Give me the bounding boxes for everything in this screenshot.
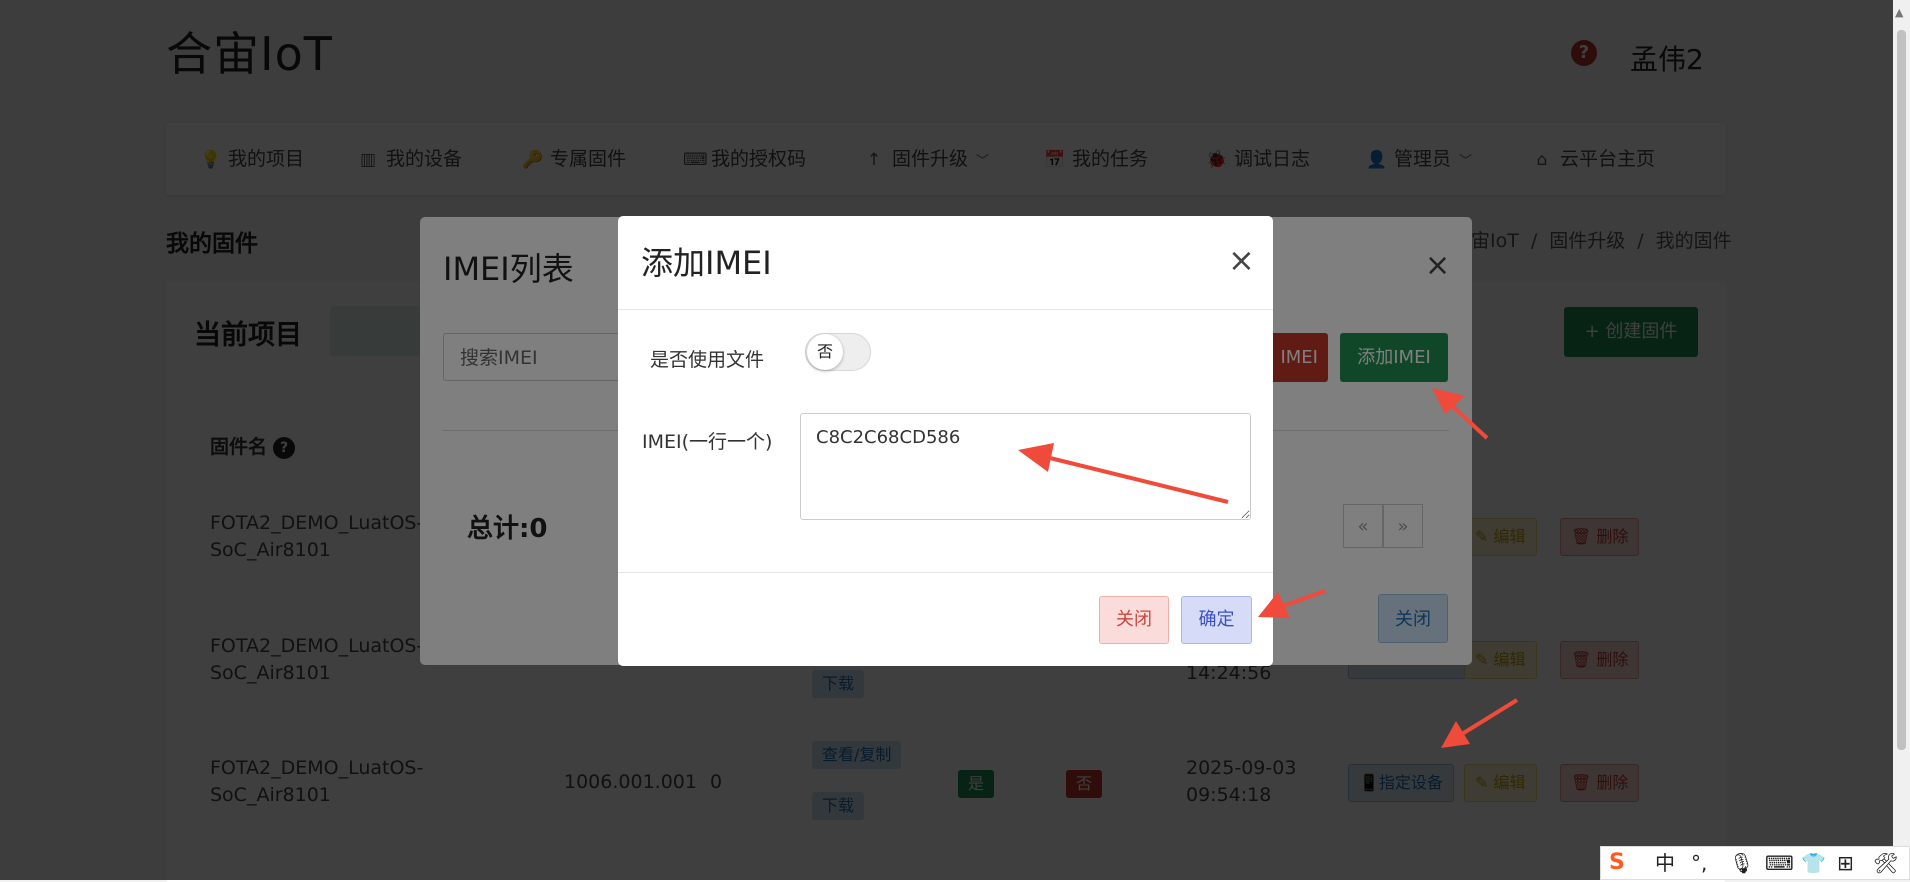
add-modal-title: 添加IMEI <box>641 244 772 282</box>
imei-textarea[interactable]: C8C2C68CD586 <box>800 413 1251 520</box>
sogou-logo-icon[interactable]: S <box>1609 847 1625 879</box>
divider <box>618 572 1273 573</box>
grid-icon[interactable]: ⊞ <box>1837 847 1854 879</box>
divider <box>618 309 1273 310</box>
ime-lang-toggle[interactable]: 中 <box>1655 847 1675 879</box>
use-file-label: 是否使用文件 <box>650 349 765 371</box>
close-button[interactable]: 关闭 <box>1099 596 1169 644</box>
confirm-button[interactable]: 确定 <box>1181 596 1252 644</box>
imei-label: IMEI(一行一个) <box>642 431 773 453</box>
microphone-icon[interactable]: 🎙 <box>1729 847 1754 879</box>
keyboard-icon[interactable]: ⌨ <box>1765 847 1794 879</box>
toolbox-icon[interactable]: 🛠 <box>1873 847 1898 879</box>
toggle-knob[interactable]: 否 <box>807 334 843 370</box>
scroll-up-icon[interactable]: ▲ <box>1895 6 1903 19</box>
close-icon[interactable]: × <box>1228 244 1255 276</box>
scrollbar-thumb[interactable] <box>1897 30 1906 750</box>
ime-toolbar: S 中 °, 🎙 ⌨ 👕 ⊞ 🛠 <box>1600 846 1910 880</box>
skin-icon[interactable]: 👕 <box>1801 847 1826 879</box>
punctuation-icon[interactable]: °, <box>1691 847 1707 879</box>
